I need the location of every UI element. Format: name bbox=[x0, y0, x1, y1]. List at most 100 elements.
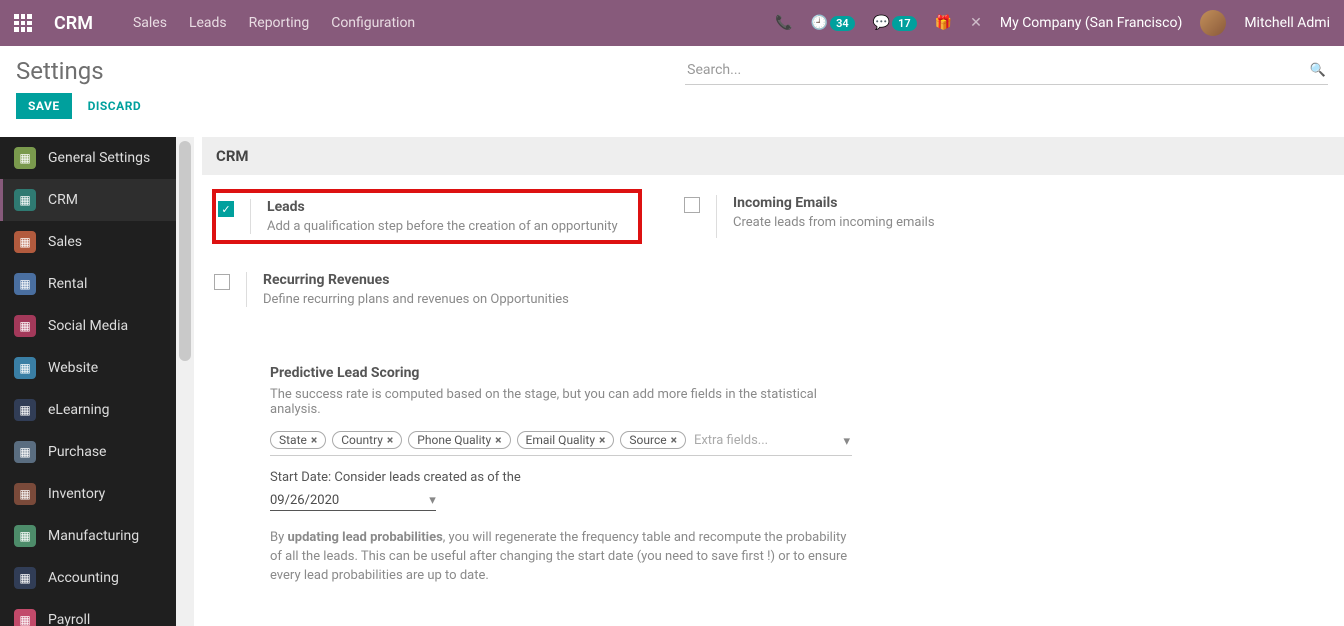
sidebar-item-label: Purchase bbox=[48, 444, 106, 460]
setting-leads: ✓ Leads Add a qualification step before … bbox=[212, 189, 642, 244]
sidebar-item-label: Sales bbox=[48, 234, 82, 250]
sidebar-item-crm[interactable]: ▦ CRM bbox=[0, 179, 176, 221]
tag-remove-icon[interactable]: × bbox=[387, 433, 393, 447]
tag-source[interactable]: Source × bbox=[620, 431, 686, 449]
sidebar-item-elearning[interactable]: ▦ eLearning bbox=[0, 389, 176, 431]
leads-desc: Add a qualification step before the crea… bbox=[267, 219, 618, 234]
settings-grid: ✓ Leads Add a qualification step before … bbox=[202, 189, 1344, 365]
sidebar-item-social-media[interactable]: ▦Social Media bbox=[0, 305, 176, 347]
sidebar-item-rental[interactable]: ▦ Rental bbox=[0, 263, 176, 305]
predictive-lead-scoring: Predictive Lead Scoring The success rate… bbox=[202, 365, 862, 626]
menu-leads[interactable]: Leads bbox=[189, 15, 227, 31]
tag-remove-icon[interactable]: × bbox=[671, 433, 677, 447]
sidebar-item-label: Website bbox=[48, 360, 98, 376]
sidebar-item-accounting[interactable]: ▦ Accounting bbox=[0, 557, 176, 599]
menu-sales[interactable]: Sales bbox=[133, 15, 167, 31]
sidebar-item-purchase[interactable]: ▦ Purchase bbox=[0, 431, 176, 473]
sidebar-item-label: Inventory bbox=[48, 486, 105, 502]
top-menu: Sales Leads Reporting Configuration bbox=[133, 15, 415, 31]
tag-remove-icon[interactable]: × bbox=[599, 433, 605, 447]
sidebar-item-website[interactable]: ▦ Website bbox=[0, 347, 176, 389]
topbar-right: 📞 🕘34 💬17 🎁 ✕ My Company (San Francisco)… bbox=[775, 10, 1330, 36]
sidebar-item-general-settings[interactable]: ▦ General Settings bbox=[0, 137, 176, 179]
recurr-desc: Define recurring plans and revenues on O… bbox=[263, 292, 569, 307]
sidebar-icon: ▦ bbox=[14, 441, 36, 463]
search-box[interactable]: 🔍 bbox=[685, 56, 1328, 85]
menu-reporting[interactable]: Reporting bbox=[249, 15, 310, 31]
sidebar-item-label: Manufacturing bbox=[48, 528, 139, 544]
tag-phone-quality[interactable]: Phone Quality × bbox=[408, 431, 510, 449]
pls-title: Predictive Lead Scoring bbox=[270, 365, 852, 381]
gift-icon[interactable]: 🎁 bbox=[935, 15, 952, 31]
scroll-thumb[interactable] bbox=[179, 141, 191, 361]
pls-desc: The success rate is computed based on th… bbox=[270, 387, 852, 417]
pls-start-date[interactable]: 09/26/2020 ▾ bbox=[270, 491, 436, 511]
sidebar-item-payroll[interactable]: ▦ Payroll bbox=[0, 599, 176, 626]
leads-checkbox[interactable]: ✓ bbox=[218, 201, 234, 217]
settings-sidebar: ▦General Settings▦CRM▦Sales▦Rental▦Socia… bbox=[0, 137, 176, 626]
tag-state[interactable]: State × bbox=[270, 431, 326, 449]
topbar: CRM Sales Leads Reporting Configuration … bbox=[0, 0, 1344, 46]
chevron-down-icon[interactable]: ▾ bbox=[843, 434, 850, 449]
setting-recurring-revenues: Recurring Revenues Define recurring plan… bbox=[212, 266, 642, 313]
recurr-checkbox[interactable] bbox=[214, 274, 230, 290]
settings-content: CRM ✓ Leads Add a qualification step bef… bbox=[176, 137, 1344, 626]
pls-extra-placeholder[interactable]: Extra fields... bbox=[694, 433, 768, 448]
phone-icon[interactable]: 📞 bbox=[775, 15, 792, 31]
sidebar-item-label: eLearning bbox=[48, 402, 109, 418]
messages-badge: 17 bbox=[892, 16, 917, 31]
messages-icon[interactable]: 💬17 bbox=[873, 15, 917, 31]
scrollbar[interactable] bbox=[176, 137, 194, 626]
sidebar-icon: ▦ bbox=[14, 609, 36, 626]
sidebar-item-label: Payroll bbox=[48, 612, 90, 626]
sidebar-icon: ▦ bbox=[14, 399, 36, 421]
search-input[interactable] bbox=[687, 62, 1310, 78]
main: ▦General Settings▦CRM▦Sales▦Rental▦Socia… bbox=[0, 137, 1344, 626]
discard-button[interactable]: DISCARD bbox=[88, 99, 142, 113]
user-name[interactable]: Mitchell Admi bbox=[1244, 15, 1330, 31]
save-button[interactable]: SAVE bbox=[16, 93, 72, 119]
menu-configuration[interactable]: Configuration bbox=[331, 15, 415, 31]
sidebar-icon: ▦ bbox=[14, 525, 36, 547]
activities-badge: 34 bbox=[830, 16, 855, 31]
emails-title: Incoming Emails bbox=[733, 195, 935, 211]
tools-icon[interactable]: ✕ bbox=[970, 15, 982, 31]
sidebar-item-manufacturing[interactable]: ▦ Manufacturing bbox=[0, 515, 176, 557]
activities-icon[interactable]: 🕘34 bbox=[811, 15, 855, 31]
sidebar-item-label: CRM bbox=[48, 192, 78, 208]
chevron-down-icon[interactable]: ▾ bbox=[429, 493, 436, 508]
leads-title: Leads bbox=[267, 199, 618, 215]
apps-icon[interactable] bbox=[14, 14, 32, 32]
sidebar-icon: ▦ bbox=[14, 189, 36, 211]
pls-date-value: 09/26/2020 bbox=[270, 493, 339, 508]
recurr-title: Recurring Revenues bbox=[263, 272, 569, 288]
pls-start-label: Start Date: Consider leads created as of… bbox=[270, 470, 852, 485]
page-title: Settings bbox=[16, 57, 104, 85]
pls-info: By updating lead probabilities, you will… bbox=[270, 529, 852, 586]
action-row: SAVE DISCARD bbox=[0, 89, 1344, 137]
sidebar-item-label: Accounting bbox=[48, 570, 119, 586]
avatar[interactable] bbox=[1200, 10, 1226, 36]
sidebar-icon: ▦ bbox=[14, 483, 36, 505]
sidebar-item-label: Social Media bbox=[48, 318, 128, 334]
sidebar-item-label: Rental bbox=[48, 276, 87, 292]
sidebar-item-sales[interactable]: ▦Sales bbox=[0, 221, 176, 263]
sidebar-icon: ▦ bbox=[14, 147, 36, 169]
tag-country[interactable]: Country × bbox=[332, 431, 402, 449]
tag-remove-icon[interactable]: × bbox=[311, 433, 317, 447]
sidebar-item-label: General Settings bbox=[48, 150, 150, 166]
section-title: CRM bbox=[202, 137, 1344, 175]
search-icon[interactable]: 🔍 bbox=[1310, 63, 1326, 78]
tag-email-quality[interactable]: Email Quality × bbox=[517, 431, 615, 449]
sidebar-icon: ▦ bbox=[14, 357, 36, 379]
company-switcher[interactable]: My Company (San Francisco) bbox=[1000, 15, 1182, 31]
pls-tags[interactable]: State × Country × Phone Quality × Email Qua… bbox=[270, 431, 852, 456]
sidebar-icon: ▦ bbox=[14, 567, 36, 589]
emails-checkbox[interactable] bbox=[684, 197, 700, 213]
sidebar-item-inventory[interactable]: ▦ Inventory bbox=[0, 473, 176, 515]
tag-remove-icon[interactable]: × bbox=[495, 433, 501, 447]
sidebar-icon: ▦ bbox=[14, 273, 36, 295]
setting-incoming-emails: Incoming Emails Create leads from incomi… bbox=[682, 189, 1112, 244]
emails-desc: Create leads from incoming emails bbox=[733, 215, 935, 230]
app-brand: CRM bbox=[54, 13, 93, 34]
